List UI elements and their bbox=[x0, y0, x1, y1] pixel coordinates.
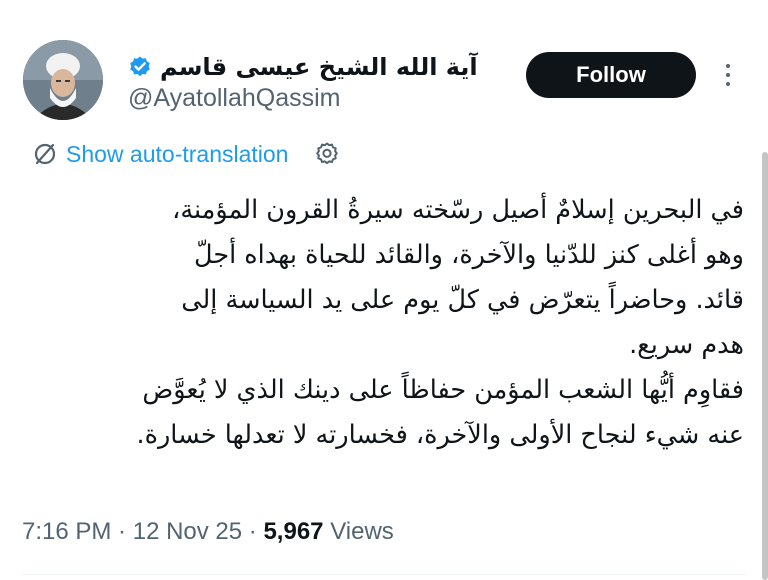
meta-separator: · bbox=[242, 518, 264, 545]
author-name-row[interactable]: آية الله الشيخ عيسى قاسم bbox=[128, 50, 478, 84]
tweet-text-line: فقاوِم أيُّها الشعب المؤمن حفاظاً على دي… bbox=[142, 375, 744, 405]
tweet-text-line: عنه شيء لنجاح الأولى والآخرة، فخسارته لا… bbox=[136, 420, 744, 450]
tweet-text-line: قائد. وحاضراً يتعرّض في كلّ يوم على يد ا… bbox=[181, 285, 744, 315]
tweet-text-line: هدم سريع. bbox=[629, 330, 744, 360]
tweet-time[interactable]: 7:16 PM bbox=[22, 518, 111, 545]
follow-button[interactable]: Follow bbox=[526, 52, 696, 98]
tweet-meta: 7:16 PM · 12 Nov 25 · 5,967 Views bbox=[22, 518, 394, 546]
views-count: 5,967 bbox=[263, 518, 324, 545]
gear-icon[interactable] bbox=[314, 141, 340, 167]
scrollbar[interactable] bbox=[762, 152, 768, 580]
more-vertical-icon[interactable] bbox=[718, 56, 738, 94]
tweet-text: في البحرين إسلامٌ أصيل رسّخته سيرةُ القر… bbox=[22, 188, 744, 458]
avatar-image bbox=[23, 40, 103, 120]
show-translation-link[interactable]: Show auto-translation bbox=[66, 141, 288, 168]
author-handle[interactable]: @AyatollahQassim bbox=[128, 84, 341, 113]
views-label: Views bbox=[330, 518, 394, 545]
tweet-date[interactable]: 12 Nov 25 bbox=[133, 518, 242, 545]
verified-badge-icon bbox=[128, 55, 152, 79]
translate-icon bbox=[32, 141, 58, 167]
meta-separator: · bbox=[111, 518, 133, 545]
divider bbox=[22, 574, 746, 575]
author-display-name[interactable]: آية الله الشيخ عيسى قاسم bbox=[160, 53, 478, 81]
tweet-text-line: في البحرين إسلامٌ أصيل رسّخته سيرةُ القر… bbox=[172, 195, 744, 225]
avatar[interactable] bbox=[23, 40, 103, 120]
translation-row: Show auto-translation bbox=[32, 138, 340, 170]
tweet-text-line: وهو أغلى كنز للدّنيا والآخرة، والقائد لل… bbox=[194, 240, 744, 270]
